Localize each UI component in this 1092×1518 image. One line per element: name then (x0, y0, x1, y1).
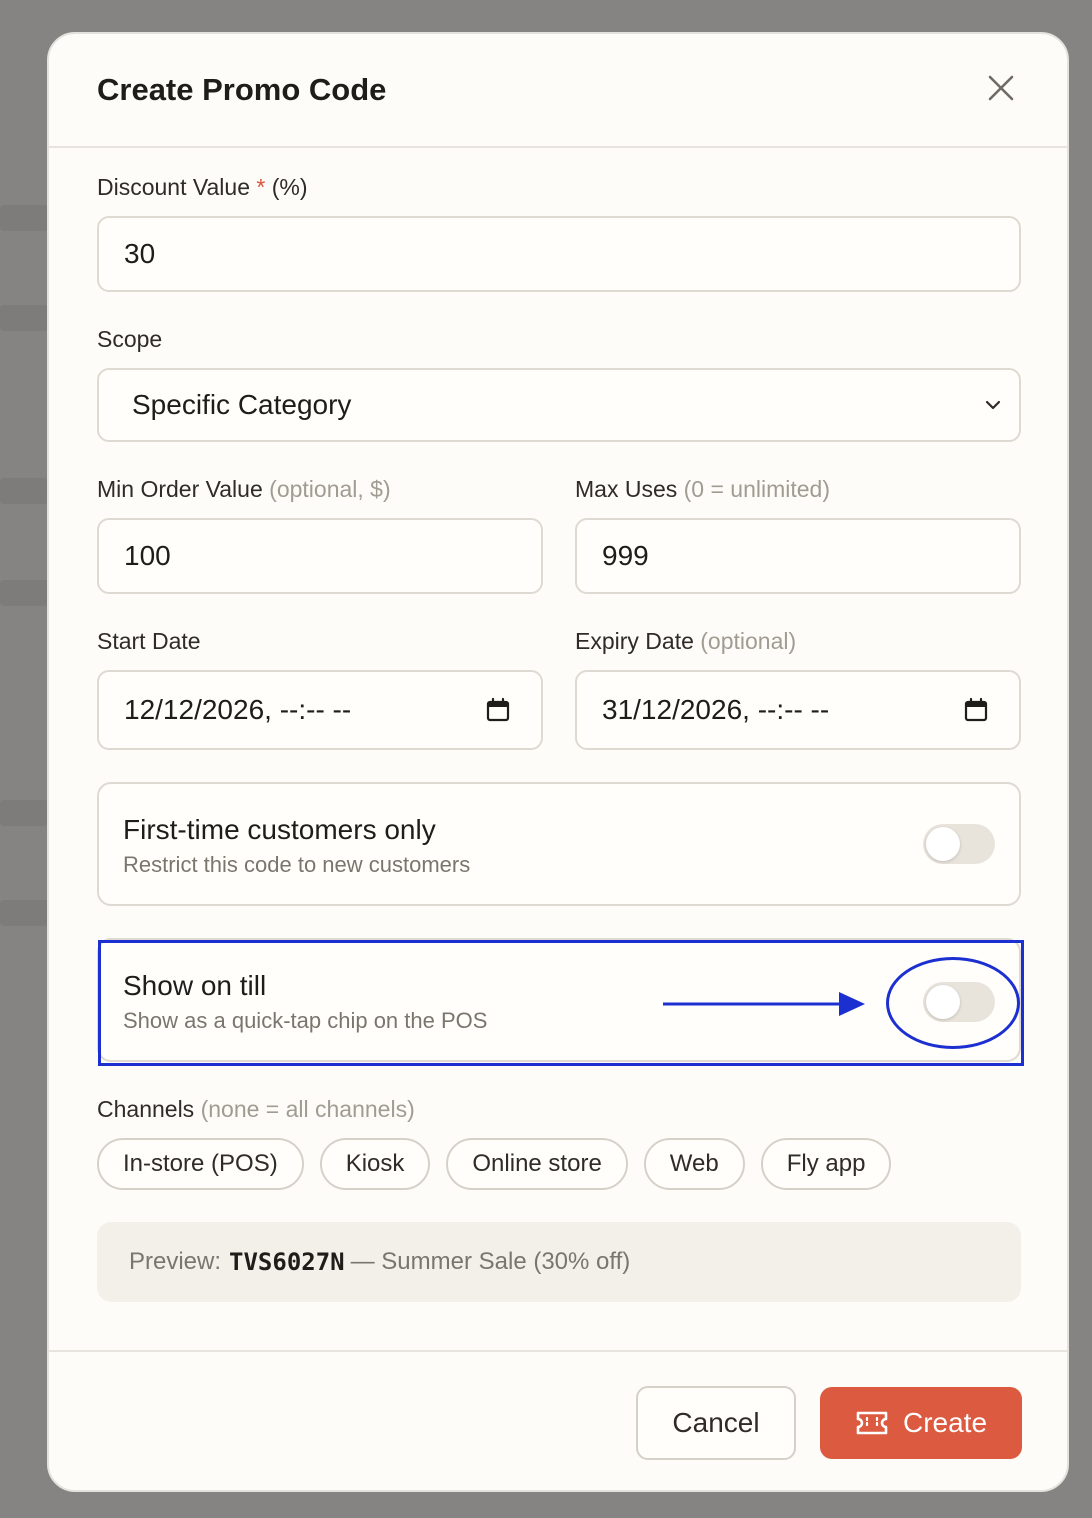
discount-label: Discount Value * (%) (97, 174, 308, 201)
scope-label: Scope (97, 326, 163, 352)
channels-hint: (none = all channels) (200, 1096, 415, 1122)
discount-value: 30 (124, 238, 156, 269)
start-date-value: 12/12/2026, --:-- -- (124, 694, 352, 725)
calendar-icon[interactable] (485, 697, 511, 723)
background-element (0, 580, 48, 606)
max-uses-label-text: Max Uses (575, 476, 678, 502)
calendar-icon[interactable] (963, 697, 989, 723)
channel-chip-fly-app[interactable]: Fly app (760, 1138, 892, 1190)
start-date-label: Start Date (97, 628, 201, 654)
first-time-customers-card: First-time customers only Restrict this … (97, 782, 1021, 906)
close-icon (988, 75, 1014, 101)
background-element (0, 205, 48, 231)
create-button[interactable]: Create (820, 1387, 1022, 1459)
discount-unit: (%) (271, 174, 308, 200)
expiry-date-hint: (optional) (700, 628, 797, 654)
background-element (0, 478, 48, 504)
max-uses-input[interactable]: 999 (575, 518, 1021, 594)
dialog-header: Create Promo Code (49, 34, 1067, 148)
channel-chip-web[interactable]: Web (643, 1138, 745, 1190)
preview-code: TVS6027N (229, 1248, 345, 1276)
dialog-title: Create Promo Code (97, 72, 387, 107)
max-uses-hint: (0 = unlimited) (683, 476, 831, 502)
promo-preview: Preview: TVS6027N — Summer Sale (30% off… (97, 1222, 1021, 1302)
background-element (0, 900, 48, 926)
show-on-till-subtitle: Show as a quick-tap chip on the POS (123, 1008, 488, 1033)
show-on-till-toggle[interactable] (923, 982, 995, 1022)
start-date-input[interactable]: 12/12/2026, --:-- -- (97, 670, 543, 750)
discount-value-input[interactable]: 30 (97, 216, 1021, 292)
required-mark: * (256, 174, 266, 200)
discount-label-text: Discount Value (97, 174, 250, 200)
preview-prefix: Preview: (129, 1248, 222, 1275)
dialog-footer: Cancel Create (49, 1350, 1067, 1490)
background-element (0, 305, 48, 331)
create-button-label: Create (902, 1407, 988, 1438)
show-on-till-card: Show on till Show as a quick-tap chip on… (97, 938, 1021, 1062)
cancel-button[interactable]: Cancel (636, 1386, 796, 1460)
min-order-input[interactable]: 100 (97, 518, 543, 594)
scope-selected-value: Specific Category (132, 389, 352, 420)
channel-chips: In-store (POS) Kiosk Online store Web Fl… (97, 1138, 892, 1190)
channel-chip-online-store[interactable]: Online store (446, 1138, 628, 1190)
expiry-date-input[interactable]: 31/12/2026, --:-- -- (575, 670, 1021, 750)
close-button[interactable] (983, 70, 1019, 106)
first-time-subtitle: Restrict this code to new customers (123, 852, 471, 877)
min-order-label-text: Min Order Value (97, 476, 263, 502)
create-promo-dialog: Create Promo Code Discount Value * (%) 3… (47, 32, 1069, 1492)
toggle-knob (926, 827, 960, 861)
show-on-till-title: Show on till (123, 970, 267, 1001)
chevron-down-icon (985, 400, 1001, 410)
channel-chip-kiosk[interactable]: Kiosk (319, 1138, 431, 1190)
scope-select[interactable]: Specific Category (97, 368, 1021, 442)
first-time-toggle[interactable] (923, 824, 995, 864)
first-time-title: First-time customers only (123, 814, 436, 845)
channels-label: Channels (none = all channels) (97, 1096, 415, 1123)
ticket-icon (856, 1411, 888, 1435)
preview-description: — Summer Sale (30% off) (350, 1248, 631, 1275)
channel-chip-in-store-pos[interactable]: In-store (POS) (97, 1138, 304, 1190)
expiry-date-value: 31/12/2026, --:-- -- (602, 694, 830, 725)
min-order-hint: (optional, $) (269, 476, 391, 502)
max-uses-label: Max Uses (0 = unlimited) (575, 476, 830, 503)
expiry-date-label: Expiry Date (optional) (575, 628, 796, 655)
min-order-label: Min Order Value (optional, $) (97, 476, 391, 503)
expiry-date-label-text: Expiry Date (575, 628, 694, 654)
min-order-value: 100 (124, 540, 171, 571)
background-element (0, 800, 48, 826)
max-uses-value: 999 (602, 540, 649, 571)
channels-label-text: Channels (97, 1096, 195, 1122)
toggle-knob (926, 985, 960, 1019)
